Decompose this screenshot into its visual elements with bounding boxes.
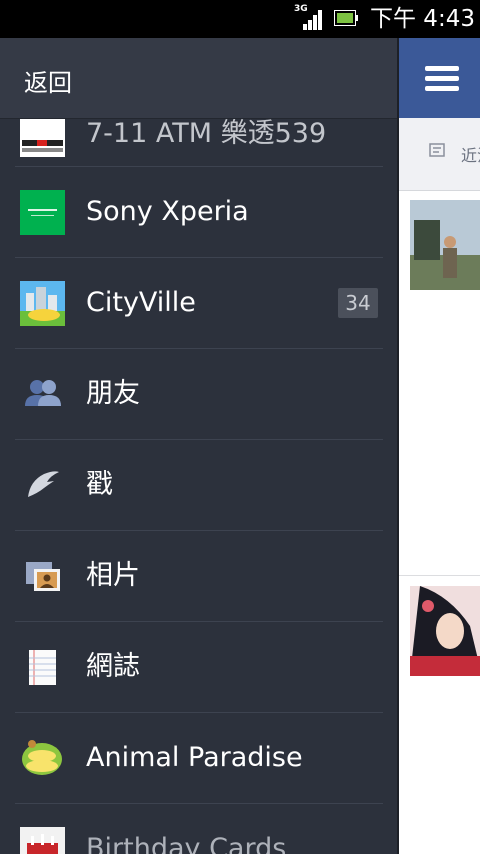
feed-top-bar [399,38,480,118]
menu-item-label: 朋友 [86,378,140,409]
menu-item-poke[interactable]: 戳 [15,439,383,530]
menu-item-label: 戳 [86,469,113,500]
menu-item-sony-xperia[interactable]: Sony Xperia [15,166,383,257]
status-edit-icon [429,143,445,157]
menu-icon[interactable] [425,66,459,92]
birthday-cards-app-icon [20,827,65,854]
news-feed-panel[interactable]: 近況 [397,38,480,854]
feed-post-photo[interactable] [410,586,480,676]
back-button[interactable]: 返回 [24,63,72,98]
menu-item-friends[interactable]: 朋友 [15,348,383,439]
notification-count-badge: 34 [338,288,378,318]
cityville-app-icon [20,281,65,326]
menu-item-animal-paradise[interactable]: Animal Paradise [15,712,383,803]
menu-item-label: Sony Xperia [86,196,249,227]
menu-item-label: 相片 [86,560,140,591]
menu-item-cityville[interactable]: CityVille 34 [15,257,383,348]
status-update-label: 近況 [461,146,480,165]
drawer-header: 返回 [0,38,397,119]
menu-item-label: CityVille [86,287,196,318]
menu-item-notes[interactable]: 網誌 [15,621,383,712]
menu-item-birthday-cards[interactable]: Birthday Cards [15,803,383,854]
menu-item-label: Birthday Cards [86,833,287,854]
menu-item-photos[interactable]: 相片 [15,530,383,621]
signal-strength-icon [303,10,322,30]
clock: 下午 4:43 [370,6,475,32]
status-update-bar[interactable]: 近況 [399,118,480,191]
menu-item-label: Animal Paradise [86,742,303,773]
feed-divider [399,575,480,576]
status-bar: 3G 下午 4:43 [0,0,480,38]
animal-paradise-app-icon [20,736,65,781]
navigation-drawer: 7-11 ATM 樂透539 Sony Xperia CityVille 34 [0,38,397,854]
battery-icon [334,10,358,26]
friends-icon [25,380,61,406]
photos-icon [26,562,60,591]
feed-post-photo[interactable] [410,200,480,290]
menu-item-label: 網誌 [86,651,140,682]
poke-icon [28,471,59,497]
sony-xperia-app-icon [20,190,65,235]
notes-icon [29,650,56,685]
